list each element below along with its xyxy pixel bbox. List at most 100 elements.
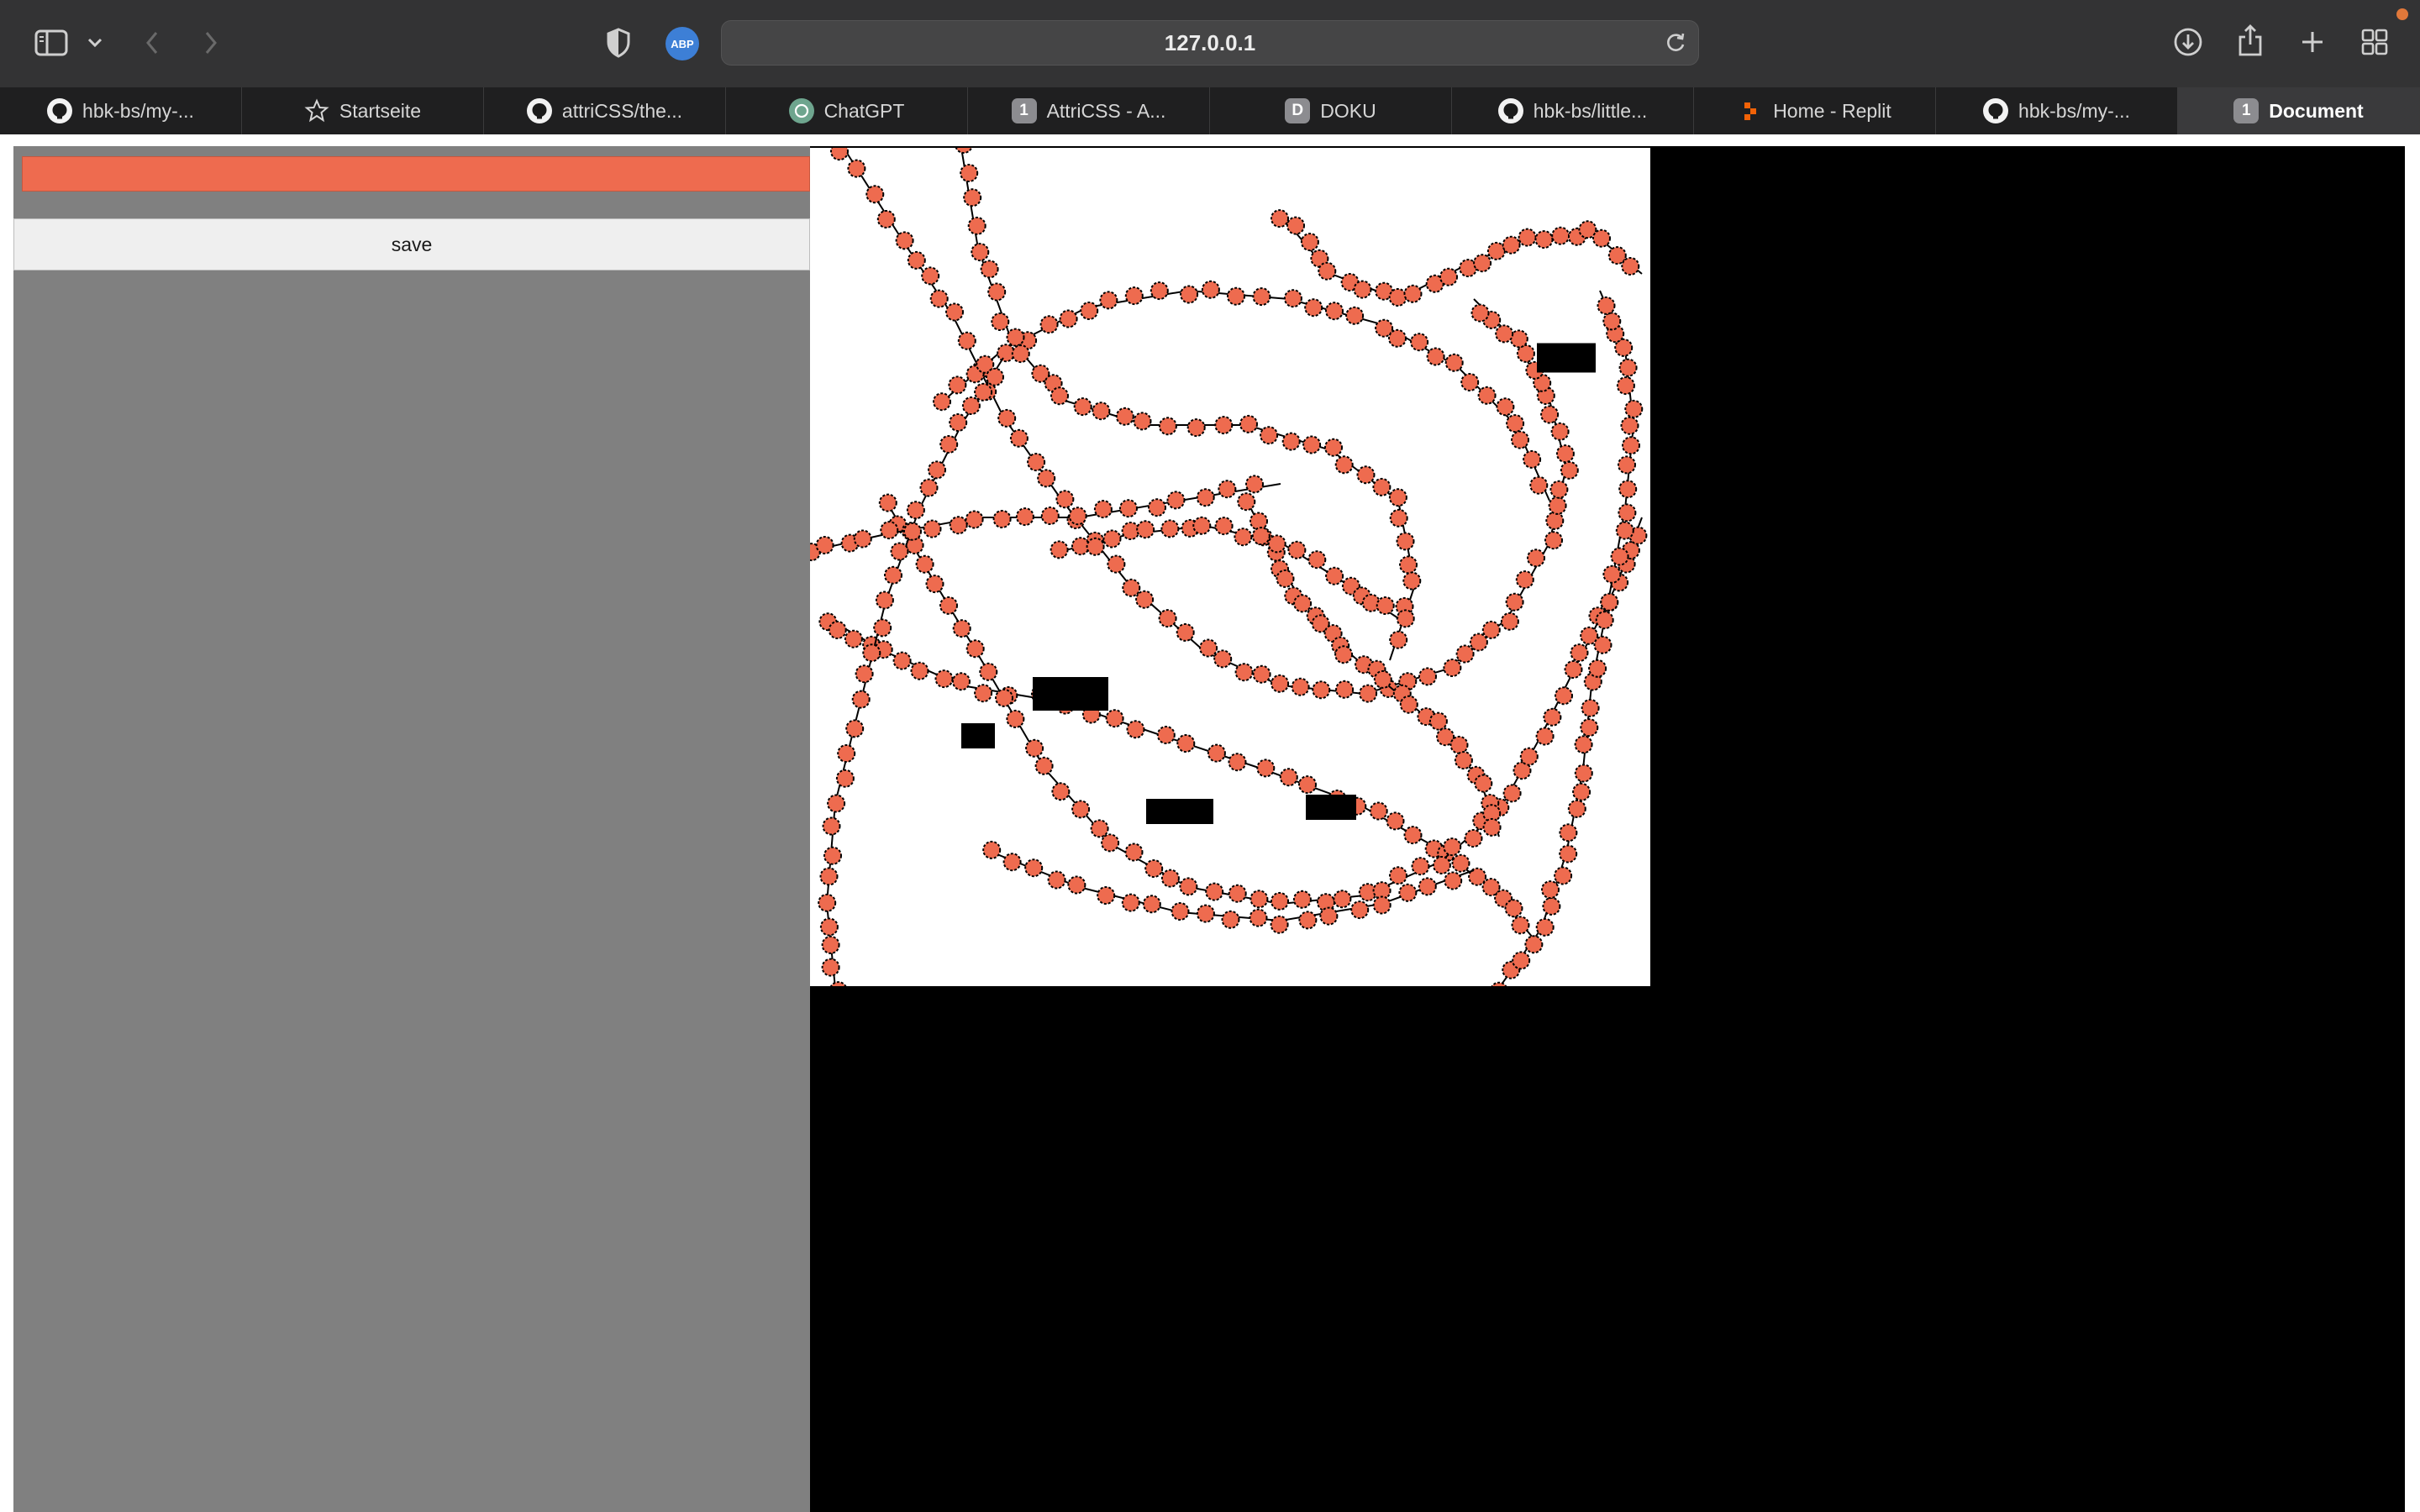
tab-10[interactable]: 1 Document: [2178, 87, 2420, 134]
stroke-dot: [945, 302, 964, 322]
star-icon: [304, 98, 329, 123]
stroke-dot: [1119, 499, 1138, 518]
tab-2[interactable]: Startseite: [242, 87, 484, 134]
stroke-dot: [1015, 507, 1034, 527]
github-icon: [526, 98, 552, 123]
sidebar-icon[interactable]: [32, 27, 71, 59]
adblock-icon[interactable]: ABP: [666, 27, 699, 60]
forward-icon[interactable]: [198, 27, 224, 59]
address-bar[interactable]: 127.0.0.1: [721, 20, 1699, 66]
share-icon[interactable]: [2233, 22, 2267, 59]
stroke-dot: [1121, 893, 1140, 912]
stroke-dot: [1115, 407, 1134, 426]
reload-icon[interactable]: [1665, 32, 1686, 58]
stroke-dot: [1559, 823, 1578, 843]
stroke-dot: [1142, 895, 1161, 914]
stroke-dot: [987, 282, 1007, 302]
stroke-dot: [1324, 438, 1343, 457]
stroke-dot: [1443, 659, 1462, 677]
download-icon[interactable]: [2171, 25, 2205, 59]
stroke-dot: [1025, 738, 1044, 758]
stroke-dot: [1124, 843, 1144, 862]
stroke-dot: [821, 958, 840, 977]
privacy-shield-icon[interactable]: [603, 25, 634, 60]
stroke-dot: [963, 188, 982, 207]
stroke-dot: [1455, 644, 1475, 664]
stroke-dot: [828, 621, 847, 639]
color-picker-input[interactable]: [22, 156, 810, 192]
stroke-dot: [1512, 951, 1531, 970]
stroke-dot: [1506, 414, 1525, 433]
stroke-dot: [1293, 594, 1313, 613]
stroke-dot: [1068, 507, 1087, 526]
stroke-dot: [1481, 620, 1501, 639]
stroke-dot: [1245, 475, 1264, 494]
stroke-dot: [1080, 302, 1099, 320]
tab-6[interactable]: D DOKU: [1210, 87, 1452, 134]
stroke-dot: [986, 367, 1004, 386]
stroke-dot: [1126, 720, 1145, 739]
stroke-dot: [921, 266, 940, 286]
stroke-dot: [1160, 869, 1180, 888]
stroke-dot: [1549, 480, 1569, 499]
stroke-dot: [982, 840, 1002, 859]
stroke-dot: [829, 981, 847, 986]
stroke-dot: [1551, 226, 1570, 245]
stroke-dot: [1300, 233, 1319, 252]
stroke-dot: [895, 231, 914, 250]
tab-1[interactable]: hbk-bs/my-...: [0, 87, 242, 134]
stroke-dot: [1207, 743, 1226, 763]
stroke-dot: [1469, 633, 1488, 652]
stroke-dot: [995, 688, 1013, 707]
stroke-dot: [862, 643, 881, 663]
stroke-dot: [819, 917, 839, 937]
tab-7[interactable]: hbk-bs/little...: [1452, 87, 1694, 134]
stroke-dot: [835, 769, 855, 788]
stroke-dot: [1102, 529, 1122, 549]
chevron-down-icon[interactable]: [84, 30, 106, 55]
stroke-dot: [1396, 609, 1415, 628]
stroke-dot: [1009, 428, 1028, 448]
stroke-dot: [1504, 899, 1523, 918]
back-icon[interactable]: [139, 27, 165, 59]
stroke-dot: [910, 661, 929, 680]
stroke-dot: [1166, 491, 1186, 510]
stroke-dot: [1249, 908, 1268, 927]
stroke-dot: [1156, 726, 1176, 744]
tab-label: AttriCSS - A...: [1046, 99, 1166, 122]
stroke-dot: [1047, 870, 1066, 890]
notification-dot: [2396, 8, 2408, 20]
tab-5[interactable]: 1 AttriCSS - A...: [968, 87, 1210, 134]
stroke-dot: [1002, 853, 1022, 872]
tab-8[interactable]: Home - Replit: [1694, 87, 1936, 134]
letter-icon: D: [1285, 98, 1311, 123]
stroke-dot: [1388, 488, 1407, 507]
new-tab-icon[interactable]: [2296, 25, 2329, 59]
browser-toolbar: ABP 127.0.0.1: [0, 0, 2420, 87]
tab-overview-icon[interactable]: [2358, 25, 2391, 59]
tab-3[interactable]: attriCSS/the...: [484, 87, 726, 134]
stroke-dot: [1135, 590, 1155, 609]
stroke-dot: [974, 382, 993, 402]
stroke-dot: [1213, 649, 1233, 669]
tab-9[interactable]: hbk-bs/my-...: [1936, 87, 2178, 134]
stroke-dot: [1051, 782, 1071, 801]
stroke-dot: [1460, 373, 1480, 391]
stroke-dot: [1270, 891, 1289, 911]
stroke-dot: [1389, 630, 1408, 649]
save-button[interactable]: save: [13, 218, 810, 270]
stroke-dot: [1325, 302, 1344, 321]
drawing-canvas[interactable]: [810, 148, 1650, 986]
stroke-dot: [892, 651, 912, 670]
stroke-dot: [1624, 399, 1644, 418]
stroke-dot: [1006, 328, 1025, 347]
stroke-dot: [1333, 890, 1352, 909]
stroke-dot: [1086, 537, 1105, 556]
stroke-dot: [1399, 555, 1418, 575]
stroke-dot: [1554, 866, 1573, 885]
stroke-dot: [1491, 981, 1507, 986]
tab-4[interactable]: ChatGPT: [726, 87, 968, 134]
stroke-dot: [1505, 592, 1524, 612]
stroke-dot: [1578, 220, 1597, 239]
stroke-dot: [823, 846, 842, 865]
